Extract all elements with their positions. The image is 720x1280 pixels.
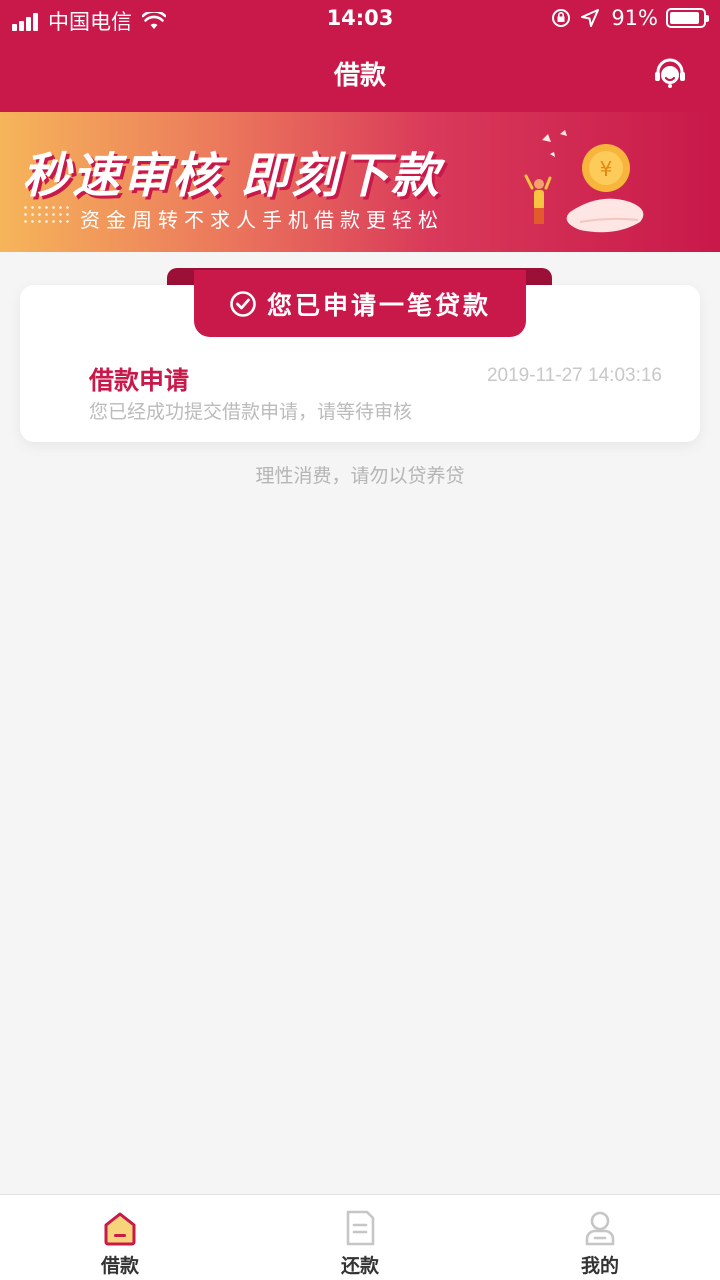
responsible-borrowing-hint: 理性消费，请勿以贷养贷 <box>255 465 465 487</box>
ribbon-text: 您已申请一笔贷款 <box>266 290 491 320</box>
application-status-ribbon: 您已申请一笔贷款 <box>194 270 526 337</box>
orientation-lock-icon <box>552 9 571 27</box>
battery-percent: 91% <box>611 6 658 30</box>
status-bar: 中国电信 14:03 91% <box>0 0 720 40</box>
banner-subtitle: 资金周转不求人手机借款更轻松 <box>80 208 444 232</box>
tab-label: 还款 <box>340 1255 379 1277</box>
application-time: 2019-11-27 14:03:16 <box>486 365 662 386</box>
battery-icon <box>666 8 709 28</box>
banner-title: 秒速审核 即刻下款 <box>22 148 441 204</box>
application-description: 您已经成功提交借款申请，请等待审核 <box>89 401 413 423</box>
tab-repay[interactable]: 还款 <box>240 1195 480 1280</box>
banner-dots-decoration <box>22 204 72 224</box>
application-title: 借款申请 <box>89 366 190 395</box>
home-icon <box>104 1212 136 1246</box>
page-title: 借款 <box>333 61 386 91</box>
tab-label: 借款 <box>100 1255 139 1277</box>
tab-bar: 借款 还款 我的 <box>0 1194 720 1280</box>
user-icon <box>585 1211 615 1246</box>
customer-service-icon[interactable] <box>652 56 688 92</box>
tab-mine[interactable]: 我的 <box>480 1195 720 1280</box>
coin-illustration-icon: ¥ <box>524 130 644 233</box>
tab-borrow[interactable]: 借款 <box>0 1195 240 1280</box>
location-arrow-icon <box>581 9 600 27</box>
tab-label: 我的 <box>580 1255 619 1277</box>
document-icon <box>346 1210 375 1246</box>
header: 中国电信 14:03 91% 借款 <box>0 0 720 112</box>
check-circle-icon <box>230 290 256 317</box>
promo-banner[interactable]: 秒速审核 即刻下款 资金周转不求人手机借款更轻松 ¥ <box>0 112 720 252</box>
svg-text:¥: ¥ <box>600 157 613 181</box>
